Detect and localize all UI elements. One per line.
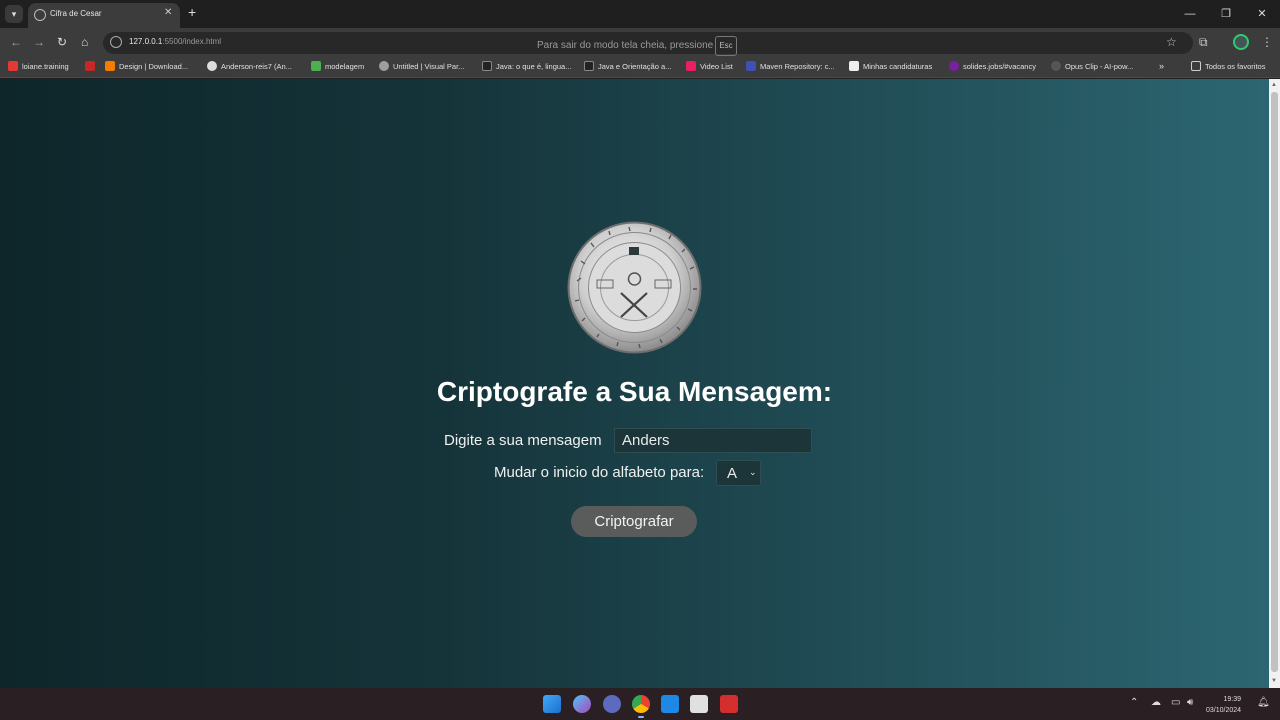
taskbar-clock[interactable]: 19:39 03/10/2024 <box>1206 694 1241 716</box>
copilot-icon[interactable] <box>573 695 591 713</box>
volume-icon[interactable]: 🔊︎ <box>1187 697 1193 708</box>
tab-search-chevron-icon[interactable]: ▾ <box>5 5 23 23</box>
minimize-icon[interactable]: — <box>1172 0 1208 28</box>
scroll-up-arrow-icon[interactable]: ▲ <box>1271 82 1277 88</box>
page-title: Criptografe a Sua Mensagem: <box>436 376 833 407</box>
bookmark-star-icon[interactable]: ☆ <box>1166 35 1177 49</box>
alphabet-start-label: Mudar o inicio do alfabeto para: <box>494 464 705 481</box>
vscode-icon[interactable] <box>661 695 679 713</box>
notification-bell-icon[interactable]: 🔔︎ <box>1257 697 1270 708</box>
bookmark-item[interactable]: loiane.training <box>8 61 69 71</box>
bookmark-item[interactable]: Video List <box>686 61 733 71</box>
site-info-icon[interactable] <box>110 36 122 48</box>
close-window-icon[interactable]: ✕ <box>1244 0 1280 28</box>
bookmark-favicon <box>584 61 594 71</box>
window-controls: — ❐ ✕ <box>1172 0 1280 28</box>
message-label: Digite a sua mensagem <box>444 432 602 449</box>
bookmark-favicon <box>686 61 696 71</box>
tab-title: Cifra de Cesar <box>50 9 102 18</box>
bookmark-favicon <box>949 61 959 71</box>
github-icon <box>207 61 217 71</box>
encrypt-button[interactable]: Criptografar <box>571 506 697 537</box>
caesar-cipher-wheel-image <box>567 221 702 354</box>
network-icon[interactable]: ▭ <box>1171 697 1180 708</box>
selected-letter: A <box>727 465 738 482</box>
alphabet-start-select[interactable]: A ⌄ <box>716 460 761 486</box>
chrome-icon[interactable] <box>632 695 650 713</box>
bookmark-item[interactable]: Maven Repository: c... <box>746 61 835 71</box>
bookmark-favicon <box>746 61 756 71</box>
bookmark-favicon <box>8 61 18 71</box>
drive-icon <box>311 61 321 71</box>
bookmark-item[interactable]: solides.jobs/#vacancy <box>949 61 1036 71</box>
youtube-icon <box>85 61 95 71</box>
bookmark-item[interactable]: Design | Download... <box>105 61 188 71</box>
clock-time: 19:39 <box>1223 696 1242 703</box>
media-app-icon[interactable] <box>720 695 738 713</box>
restore-icon[interactable]: ❐ <box>1208 0 1244 28</box>
home-icon[interactable]: ⌂ <box>81 35 88 49</box>
bookmark-favicon <box>849 61 859 71</box>
bookmark-item[interactable]: Java: o que é, lingua... <box>482 61 571 71</box>
url-text: 127.0.0.1:5500/index.html <box>129 37 222 46</box>
profile-avatar[interactable] <box>1233 34 1249 50</box>
all-bookmarks-folder[interactable]: Todos os favoritos <box>1191 61 1265 71</box>
message-input[interactable] <box>614 428 812 453</box>
bookmark-item[interactable]: Minhas candidaturas <box>849 61 932 71</box>
clock-date: 03/10/2024 <box>1206 707 1242 714</box>
more-bookmarks-chevron-icon[interactable]: » <box>1159 61 1164 71</box>
bookmark-item[interactable]: modelagem <box>311 61 364 71</box>
tab-close-icon[interactable]: ✕ <box>164 7 172 18</box>
chevron-down-icon: ⌄ <box>749 467 757 477</box>
esc-key-badge: Esc <box>715 36 737 56</box>
windows-start-icon[interactable] <box>543 695 561 713</box>
bookmark-item[interactable]: Java e Orientação a... <box>584 61 671 71</box>
extensions-puzzle-icon[interactable]: ⧉ <box>1199 35 1208 50</box>
bookmark-favicon <box>1051 61 1061 71</box>
bookmark-item[interactable]: Anderson-reis7 (An... <box>207 61 292 71</box>
globe-icon <box>34 9 46 21</box>
discord-icon[interactable] <box>603 695 621 713</box>
tray-chevron-up-icon[interactable]: ⌃ <box>1130 697 1138 708</box>
bookmark-item[interactable]: Untitled | Visual Par... <box>379 61 464 71</box>
bookmark-favicon <box>105 61 115 71</box>
onedrive-cloud-icon[interactable]: ☁ <box>1151 697 1161 708</box>
scrollbar-thumb[interactable] <box>1271 92 1278 672</box>
bookmark-favicon <box>379 61 389 71</box>
folder-icon <box>1191 61 1201 71</box>
forward-arrow-icon[interactable]: → <box>33 35 45 49</box>
new-tab-plus-icon[interactable]: + <box>188 4 196 20</box>
bookmark-item[interactable] <box>85 61 99 71</box>
fullscreen-hint: Para sair do modo tela cheia, pressione <box>537 40 714 51</box>
bookmark-item[interactable]: Opus Clip - AI-pow... <box>1051 61 1133 71</box>
bookmark-favicon <box>482 61 492 71</box>
reload-icon[interactable]: ↻ <box>57 35 67 49</box>
active-app-indicator <box>638 716 644 718</box>
browser-tab[interactable]: Cifra de Cesar ✕ <box>28 3 180 28</box>
snipping-tool-icon[interactable] <box>690 695 708 713</box>
menu-kebab-icon[interactable]: ⋮ <box>1261 35 1273 49</box>
back-arrow-icon[interactable]: ← <box>10 35 22 49</box>
scroll-down-arrow-icon[interactable]: ▼ <box>1271 678 1277 684</box>
